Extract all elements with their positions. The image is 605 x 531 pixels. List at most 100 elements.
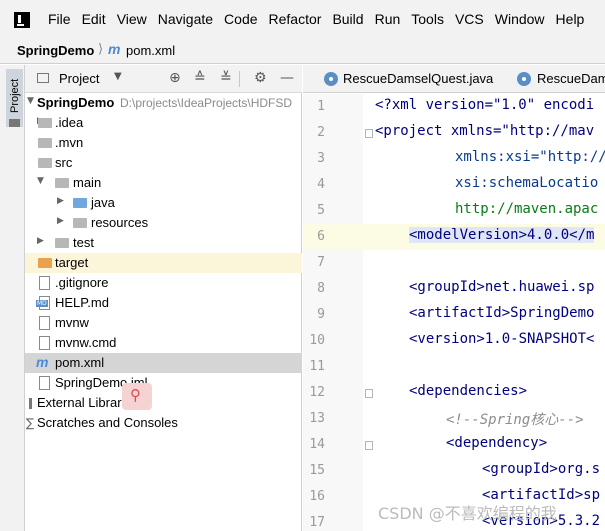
folder-icon xyxy=(38,158,52,168)
tree-item-label: .idea xyxy=(55,115,84,130)
menu-edit[interactable]: Edit xyxy=(82,11,106,27)
code-line-current: 6 <modelVersion>4.0.0</m xyxy=(303,224,605,250)
tree-item-label: resources xyxy=(91,215,149,230)
menu-window[interactable]: Window xyxy=(495,11,545,27)
line-number: 11 xyxy=(309,359,325,374)
watermark: CSDN @不喜欢编程的我 xyxy=(378,504,557,523)
line-number: 1 xyxy=(317,99,325,114)
menu-code[interactable]: Code xyxy=(224,11,257,27)
tree-item-src[interactable]: src xyxy=(25,153,302,173)
tree-item-scratches[interactable]: ∑ Scratches and Consoles xyxy=(25,413,302,433)
menu-bar: File Edit View Navigate Code Refactor Bu… xyxy=(0,0,605,40)
line-number: 14 xyxy=(309,437,325,452)
tree-item-label: pom.xml xyxy=(55,355,105,370)
breadcrumb-file[interactable]: pom.xml xyxy=(126,43,175,58)
chevron-right-icon[interactable]: ▶ xyxy=(37,236,44,246)
tree-item-help-md[interactable]: MD HELP.md xyxy=(25,293,302,313)
fold-marker-icon[interactable] xyxy=(365,389,373,398)
library-icon xyxy=(29,398,32,409)
code-line: 5 http://maven.apac xyxy=(303,198,605,224)
tree-item-java[interactable]: ▶ java xyxy=(25,193,302,213)
chevron-right-icon[interactable]: ▶ xyxy=(57,216,64,226)
menu-refactor[interactable]: Refactor xyxy=(269,11,322,27)
menu-file[interactable]: File xyxy=(48,11,71,27)
menu-run[interactable]: Run xyxy=(375,11,401,27)
menu-view[interactable]: View xyxy=(117,11,147,27)
tree-item-label: test xyxy=(73,235,94,250)
collapse-all-icon[interactable]: ≚ xyxy=(220,70,232,86)
minimize-icon[interactable]: — xyxy=(280,70,294,86)
line-number: 9 xyxy=(317,307,325,322)
chevron-down-icon[interactable]: ▼ xyxy=(37,176,44,186)
tab-rescue-damsel-quest[interactable]: RescueDamselQuest.java xyxy=(303,65,513,93)
source-folder-icon xyxy=(73,198,87,208)
tree-item-mvnw-cmd[interactable]: mvnw.cmd xyxy=(25,333,302,353)
fold-marker-icon[interactable] xyxy=(365,129,373,138)
file-icon xyxy=(39,336,50,350)
breadcrumb-project[interactable]: SpringDemo xyxy=(17,43,94,58)
tree-item-springdemo[interactable]: ▼ SpringDemo D:\projects\IdeaProjects\HD… xyxy=(25,93,302,113)
tree-item-target[interactable]: target xyxy=(25,253,302,273)
tree-item-label: SpringDemo xyxy=(37,95,115,110)
tree-item-test[interactable]: ▶ test xyxy=(25,233,302,253)
java-class-icon xyxy=(517,72,531,86)
menu-tools[interactable]: Tools xyxy=(411,11,444,27)
chevron-right-icon[interactable]: ▶ xyxy=(57,196,64,206)
gear-icon[interactable]: ⚙ xyxy=(254,70,267,86)
breadcrumb: SpringDemo ⟩ m pom.xml xyxy=(0,40,605,64)
code-line: 13 <!--Spring核心--> xyxy=(303,406,605,432)
code-line: 8 <groupId>net.huawei.sp xyxy=(303,276,605,302)
java-class-icon xyxy=(324,72,338,86)
code-text: http://maven.apac xyxy=(455,201,599,217)
tab-label: RescueDamselQuest.java xyxy=(343,71,494,86)
tree-item-main[interactable]: ▼ main xyxy=(25,173,302,193)
line-number: 12 xyxy=(309,385,325,400)
menu-build[interactable]: Build xyxy=(332,11,363,27)
left-tool-strip: Project xyxy=(0,65,25,531)
line-number: 10 xyxy=(309,333,325,348)
tree-item-pom-xml[interactable]: m pom.xml xyxy=(25,353,302,373)
tree-item-label: java xyxy=(91,195,115,210)
tree-item-label: Scratches and Consoles xyxy=(37,415,178,430)
code-text: <version>1.0-SNAPSHOT< xyxy=(409,331,595,347)
line-number: 2 xyxy=(317,125,325,140)
search-overlay[interactable]: ⚲ xyxy=(122,383,152,410)
tree-item-idea[interactable]: ▶ .idea xyxy=(25,113,302,133)
locate-icon[interactable]: ⊕ xyxy=(169,70,181,86)
folder-icon xyxy=(38,138,52,148)
resources-folder-icon xyxy=(73,218,87,228)
chevron-down-icon[interactable]: ▼ xyxy=(27,96,34,106)
fold-marker-icon[interactable] xyxy=(365,441,373,450)
tree-item-mvn[interactable]: .mvn xyxy=(25,133,302,153)
code-line: 3 xmlns:xsi="http:// xyxy=(303,146,605,172)
folder-icon xyxy=(55,238,69,248)
line-number: 17 xyxy=(309,515,325,530)
menu-help[interactable]: Help xyxy=(556,11,585,27)
line-number: 16 xyxy=(309,489,325,504)
menu-vcs[interactable]: VCS xyxy=(455,11,484,27)
code-text: <!--Spring核心--> xyxy=(446,412,584,428)
menu-navigate[interactable]: Navigate xyxy=(158,11,213,27)
markdown-badge-icon: MD xyxy=(36,300,48,307)
project-tool-label: Project xyxy=(9,78,21,113)
tree-item-resources[interactable]: ▶ resources xyxy=(25,213,302,233)
tree-item-mvnw[interactable]: mvnw xyxy=(25,313,302,333)
tree-item-label: mvnw xyxy=(55,315,89,330)
code-text: xsi:schemaLocatio xyxy=(455,175,599,191)
file-icon xyxy=(39,276,50,290)
line-number: 15 xyxy=(309,463,325,478)
code-line: 12 <dependencies> xyxy=(303,380,605,406)
tree-item-gitignore[interactable]: .gitignore xyxy=(25,273,302,293)
project-panel-title[interactable]: Project xyxy=(59,71,99,86)
tree-item-springdemo-iml[interactable]: SpringDemo.iml xyxy=(25,373,302,393)
tab-rescue-dam[interactable]: RescueDam xyxy=(513,65,605,93)
expand-all-icon[interactable]: ≙ xyxy=(194,70,206,86)
chevron-down-icon[interactable]: ▼ xyxy=(114,71,122,82)
line-number: 5 xyxy=(317,203,325,218)
project-panel-header: Project ▼ ⊕ ≙ ≚ ⚙ — xyxy=(25,65,302,93)
code-editor[interactable]: 1 <?xml version="1.0" encodi 2 <project … xyxy=(303,94,605,531)
tree-item-external-libraries[interactable]: External Libraries xyxy=(25,393,302,413)
file-icon xyxy=(39,316,50,330)
code-line: 1 <?xml version="1.0" encodi xyxy=(303,94,605,120)
code-line: 10 <version>1.0-SNAPSHOT< xyxy=(303,328,605,354)
